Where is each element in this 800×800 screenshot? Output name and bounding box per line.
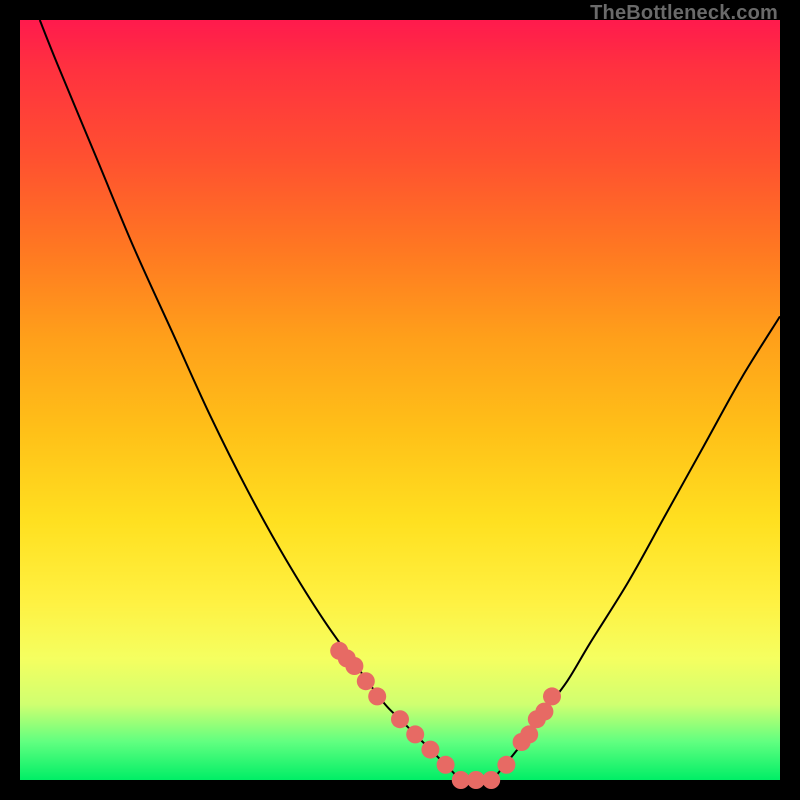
chart-svg (20, 20, 780, 780)
highlight-marker (421, 741, 439, 759)
highlight-marker (406, 725, 424, 743)
plot-area (20, 20, 780, 780)
highlight-marker (357, 672, 375, 690)
bottleneck-curve-path (40, 20, 780, 781)
highlight-marker (497, 756, 515, 774)
highlight-marker (543, 687, 561, 705)
highlight-marker (368, 687, 386, 705)
highlight-marker (391, 710, 409, 728)
chart-frame: TheBottleneck.com (0, 0, 800, 800)
watermark-text: TheBottleneck.com (590, 2, 778, 25)
highlight-marker (345, 657, 363, 675)
highlight-marker (482, 771, 500, 789)
highlight-marker (437, 756, 455, 774)
highlight-marker-group (330, 642, 561, 789)
